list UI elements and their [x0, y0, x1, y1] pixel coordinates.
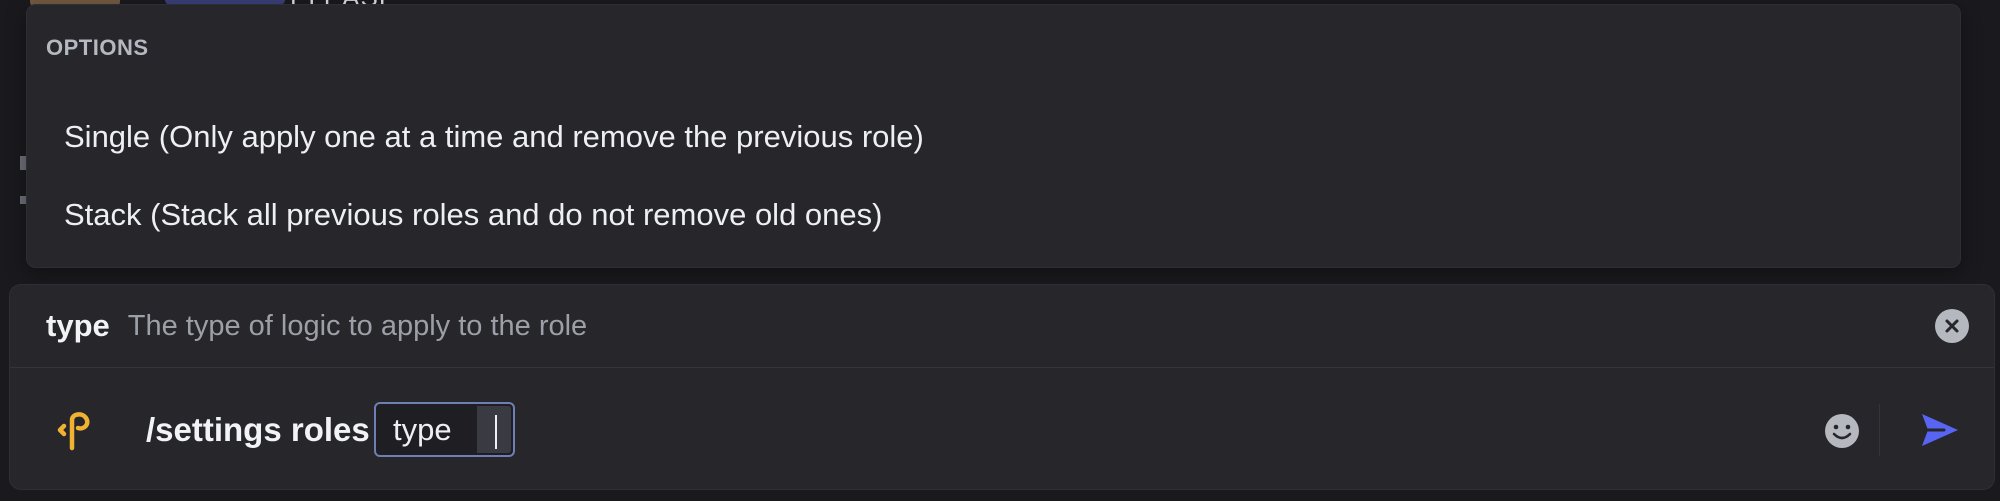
parameter-value-field[interactable]: [477, 406, 511, 453]
command-text: /settings roles: [146, 411, 370, 448]
close-icon[interactable]: [1935, 309, 1969, 343]
option-stack[interactable]: Stack (Stack all previous roles and do n…: [37, 183, 1950, 247]
parameter-hint-bar: type The type of logic to apply to the r…: [10, 285, 1994, 368]
parameter-description: The type of logic to apply to the role: [127, 309, 588, 342]
send-icon[interactable]: [1918, 408, 1962, 452]
command-composer: type The type of logic to apply to the r…: [9, 284, 1995, 490]
option-single[interactable]: Single (Only apply one at a time and rem…: [37, 105, 1950, 169]
command-app-icon[interactable]: [50, 406, 98, 454]
options-header: OPTIONS: [46, 35, 149, 60]
parameter-chip-label: type: [393, 411, 452, 447]
option-label: Single (Only apply one at a time and rem…: [64, 119, 924, 154]
parameter-chip-input[interactable]: type: [374, 402, 515, 457]
emoji-icon[interactable]: [1823, 412, 1861, 450]
text-caret: [495, 415, 497, 449]
parameter-name: type: [46, 308, 110, 343]
discord-chat-window: PLEASE OPTIONS Single (Only apply one at…: [0, 0, 2000, 501]
message-input-row[interactable]: /settings roles type: [10, 368, 1994, 489]
options-popup: OPTIONS Single (Only apply one at a time…: [26, 4, 1961, 268]
option-label: Stack (Stack all previous roles and do n…: [64, 197, 883, 232]
toolbar-divider: [1879, 404, 1880, 456]
